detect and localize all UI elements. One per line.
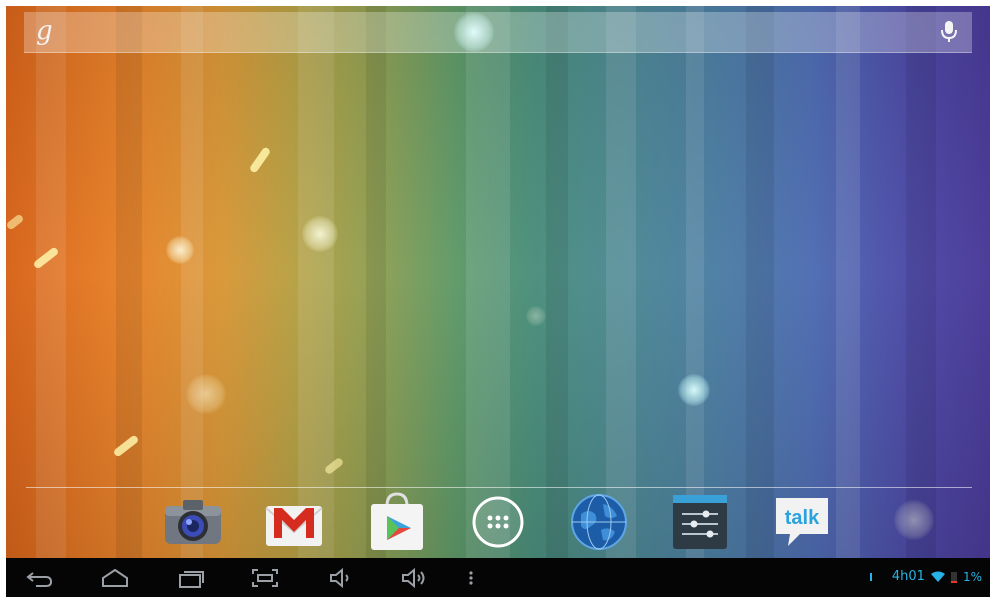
play-store-icon xyxy=(371,492,423,550)
app-drawer-icon xyxy=(472,496,524,548)
gmail-icon xyxy=(265,506,323,546)
app-drawer-button[interactable] xyxy=(468,492,528,552)
camera-icon xyxy=(165,500,221,544)
status-area[interactable]: 4h01 1% xyxy=(869,569,982,584)
talk-icon: talk xyxy=(776,498,828,546)
back-icon[interactable] xyxy=(24,566,54,590)
settings-icon xyxy=(673,495,727,549)
battery-icon xyxy=(950,571,957,583)
dock-divider xyxy=(26,487,972,488)
notification-indicator xyxy=(869,572,872,581)
browser-globe-icon xyxy=(571,494,627,550)
recent-apps-icon[interactable] xyxy=(176,566,206,590)
home-icon[interactable] xyxy=(100,566,130,590)
home-screen: g talk 4h01 1% xyxy=(6,6,990,597)
clock: 4h01 xyxy=(891,569,925,584)
navigation-bar: 4h01 1% xyxy=(6,558,990,597)
menu-icon[interactable] xyxy=(456,566,486,590)
screenshot-icon[interactable] xyxy=(250,566,280,590)
battery-percent: 1% xyxy=(962,569,982,584)
gmail-app[interactable] xyxy=(264,492,324,552)
talk-app[interactable]: talk xyxy=(772,492,832,552)
wifi-icon xyxy=(930,571,945,582)
camera-app[interactable] xyxy=(163,492,223,552)
play-store-app[interactable] xyxy=(367,492,427,552)
browser-app[interactable] xyxy=(569,492,629,552)
talk-label: talk xyxy=(785,507,820,529)
microphone-icon[interactable] xyxy=(938,20,960,44)
volume-up-icon[interactable] xyxy=(398,566,428,590)
volume-down-icon[interactable] xyxy=(326,566,356,590)
search-bar[interactable]: g xyxy=(24,12,972,53)
settings-app[interactable] xyxy=(670,492,730,552)
google-search-logo[interactable]: g xyxy=(36,16,53,46)
